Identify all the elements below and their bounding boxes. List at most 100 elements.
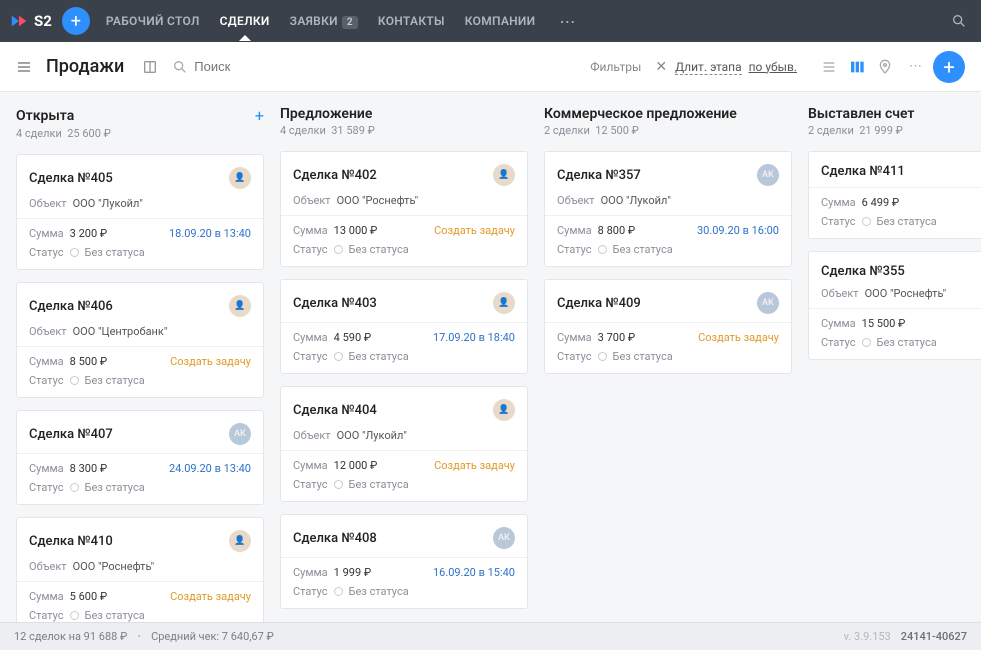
deal-card[interactable]: Сделка №405 👤 ОбъектООО "Лукойл" Сумма 3… — [16, 154, 264, 270]
brand-text: S2 — [34, 12, 52, 30]
deal-amount-row: Сумма 8 300 ₽ 24.09.20 в 13:40 — [29, 462, 251, 475]
column-0: Открыта + 4 сделки 25 600 ₽ Сделка №405 … — [16, 106, 264, 622]
footer-summary: 12 сделок на 91 688 ₽ — [14, 630, 127, 643]
deal-status: СтатусБез статуса — [29, 246, 251, 259]
avatar: 👤 — [229, 167, 251, 189]
deal-title: Сделка №411 — [821, 164, 981, 179]
column-2: Коммерческое предложение 2 сделки 12 500… — [544, 106, 792, 622]
deal-amount-row: Сумма 8 500 ₽ Создать задачу — [29, 355, 251, 368]
deal-amount-row: Сумма 5 600 ₽ Создать задачу — [29, 590, 251, 603]
footer-version: v. 3.9.153 — [844, 630, 891, 643]
deal-card[interactable]: Сделка №355 ОбъектООО "Роснефть" Сумма 1… — [808, 251, 981, 360]
top-navbar: S2 + РАБОЧИЙ СТОЛ СДЕЛКИ ЗАЯВКИ2 КОНТАКТЫ КО… — [0, 0, 981, 42]
deal-status: СтатусБез статуса — [293, 478, 515, 491]
deal-title: Сделка №408 — [293, 531, 493, 546]
deal-date: 18.09.20 в 13:40 — [169, 227, 251, 240]
deal-date: 17.09.20 в 18:40 — [433, 331, 515, 344]
more-options-icon[interactable]: ⋯ — [909, 59, 923, 74]
sort-order[interactable]: по убыв. — [749, 60, 797, 74]
column-1: Предложение 4 сделки 31 589 ₽ Сделка №40… — [280, 106, 528, 622]
page-toolbar: Продажи Фильтры ✕ Длит. этапа по убыв. ⋯… — [0, 42, 981, 92]
status-ring-icon — [334, 245, 343, 254]
filters-button[interactable]: Фильтры — [590, 60, 641, 74]
column-3: Выставлен счет 2 сделки 21 999 ₽ Сделка … — [808, 106, 981, 622]
avatar: 👤 — [493, 292, 515, 314]
deal-card[interactable]: Сделка №402 👤 ОбъектООО "Роснефть" Сумма… — [280, 151, 528, 267]
column-summary: 2 сделки 12 500 ₽ — [544, 124, 792, 137]
deal-status: СтатусБез статуса — [293, 585, 515, 598]
nav-item-3[interactable]: КОНТАКТЫ — [378, 14, 445, 28]
status-ring-icon — [70, 611, 79, 620]
add-deal-button[interactable]: + — [933, 51, 965, 83]
avatar: 👤 — [493, 399, 515, 421]
nav-item-2[interactable]: ЗАЯВКИ2 — [290, 14, 358, 28]
kanban-view-icon[interactable] — [849, 59, 865, 75]
column-title: Коммерческое предложение — [544, 106, 792, 122]
create-task-link[interactable]: Создать задачу — [698, 331, 779, 344]
deal-card[interactable]: Сделка №410 👤 ОбъектООО "Роснефть" Сумма… — [16, 517, 264, 622]
nav-item-4[interactable]: КОМПАНИИ — [465, 14, 536, 28]
deal-card[interactable]: Сделка №406 👤 ОбъектООО "Центробанк" Сум… — [16, 282, 264, 398]
list-view-icon[interactable] — [821, 59, 837, 75]
deal-title: Сделка №410 — [29, 534, 229, 549]
avatar: 👤 — [229, 530, 251, 552]
column-summary: 4 сделки 31 589 ₽ — [280, 124, 528, 137]
clear-sort-icon[interactable]: ✕ — [655, 59, 667, 75]
status-ring-icon — [70, 248, 79, 257]
create-task-link[interactable]: Создать задачу — [170, 355, 251, 368]
book-icon[interactable] — [142, 59, 158, 75]
deal-card[interactable]: Сделка №409 АК Сумма 3 700 ₽ Создать зад… — [544, 279, 792, 374]
sort-control[interactable]: Длит. этапа по убыв. — [675, 60, 797, 74]
kanban-board: Открыта + 4 сделки 25 600 ₽ Сделка №405 … — [0, 92, 981, 622]
search-field[interactable] — [172, 59, 314, 75]
deal-card[interactable]: Сделка №403 👤 Сумма 4 590 ₽ 17.09.20 в 1… — [280, 279, 528, 374]
nav-item-1[interactable]: СДЕЛКИ — [220, 14, 270, 28]
column-add-icon[interactable]: + — [255, 106, 264, 125]
create-task-link[interactable]: Создать задачу — [434, 459, 515, 472]
status-ring-icon — [862, 338, 871, 347]
deal-amount-row: Сумма 3 700 ₽ Создать задачу — [557, 331, 779, 344]
deal-amount-row: Сумма 6 499 ₽ — [821, 196, 981, 209]
deal-card[interactable]: Сделка №404 👤 ОбъектООО "Лукойл" Сумма 1… — [280, 386, 528, 502]
search-input[interactable] — [194, 59, 314, 74]
status-bar: 12 сделок на 91 688 ₽ • Средний чек: 7 6… — [0, 622, 981, 650]
deal-title: Сделка №405 — [29, 171, 229, 186]
nav-more-icon[interactable]: ⋯ — [559, 12, 575, 31]
deal-status: СтатусБез статуса — [557, 243, 779, 256]
deal-amount-row: Сумма 12 000 ₽ Создать задачу — [293, 459, 515, 472]
create-task-link[interactable]: Создать задачу — [434, 224, 515, 237]
deal-status: СтатусБез статуса — [29, 609, 251, 622]
deal-amount-row: Сумма 1 999 ₽ 16.09.20 в 15:40 — [293, 566, 515, 579]
status-ring-icon — [334, 587, 343, 596]
deal-card[interactable]: Сделка №411 Сумма 6 499 ₽ СтатусБез стат… — [808, 151, 981, 239]
deal-object: ОбъектООО "Лукойл" — [293, 429, 515, 442]
avatar: АК — [757, 164, 779, 186]
deal-card[interactable]: Сделка №408 АК Сумма 1 999 ₽ 16.09.20 в … — [280, 514, 528, 609]
deal-status: СтатусБез статуса — [29, 374, 251, 387]
create-task-link[interactable]: Создать задачу — [170, 590, 251, 603]
global-search-icon[interactable] — [947, 9, 971, 33]
deal-title: Сделка №404 — [293, 403, 493, 418]
status-ring-icon — [862, 217, 871, 226]
column-title: Предложение — [280, 106, 528, 122]
nav-item-0[interactable]: РАБОЧИЙ СТОЛ — [106, 14, 200, 28]
status-ring-icon — [598, 352, 607, 361]
deal-card[interactable]: Сделка №357 АК ОбъектООО "Лукойл" Сумма … — [544, 151, 792, 267]
deal-amount-row: Сумма 8 800 ₽ 30.09.20 в 16:00 — [557, 224, 779, 237]
deal-card[interactable]: Сделка №407 АК Сумма 8 300 ₽ 24.09.20 в … — [16, 410, 264, 505]
global-add-button[interactable]: + — [62, 7, 90, 35]
deal-object: ОбъектООО "Центробанк" — [29, 325, 251, 338]
app-logo[interactable]: S2 — [10, 12, 52, 30]
deal-amount-row: Сумма 13 000 ₽ Создать задачу — [293, 224, 515, 237]
column-summary: 4 сделки 25 600 ₽ — [16, 127, 264, 140]
map-view-icon[interactable] — [877, 59, 893, 75]
deal-title: Сделка №357 — [557, 168, 757, 183]
avatar: АК — [493, 527, 515, 549]
sort-field[interactable]: Длит. этапа — [675, 60, 742, 75]
column-summary: 2 сделки 21 999 ₽ — [808, 124, 981, 137]
deal-amount-row: Сумма 15 500 ₽ — [821, 317, 981, 330]
hamburger-icon[interactable] — [16, 59, 32, 75]
status-ring-icon — [334, 480, 343, 489]
deal-date: 24.09.20 в 13:40 — [169, 462, 251, 475]
deal-object: ОбъектООО "Лукойл" — [29, 197, 251, 210]
